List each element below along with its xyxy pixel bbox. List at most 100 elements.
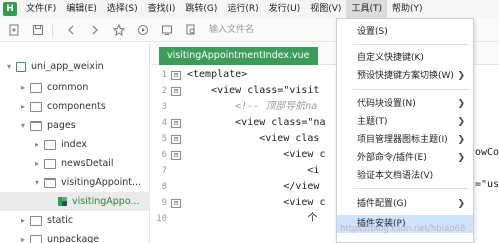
tree-item-project[interactable]: ▾ uni_app_weixin <box>0 57 150 76</box>
preview-icon[interactable] <box>157 20 177 40</box>
code-overflow-text: ="us <box>475 179 499 190</box>
back-icon[interactable] <box>61 20 81 40</box>
tools-dropdown-menu: 设置(S) 自定义快捷键(K) 预设快捷键方案切换(W) ❯ 代码块设置(N) ❯ … <box>336 18 474 243</box>
menu-item-plugin-config[interactable]: 插件配置(G) ❯ <box>337 195 473 213</box>
watermark-text: https://blog.csdn.net/hbiao68 <box>340 224 466 234</box>
line-number: 9 <box>161 198 167 208</box>
fold-toggle-icon[interactable]: ⊟ <box>171 198 181 208</box>
fold-toggle-icon[interactable]: ⊟ <box>171 134 181 144</box>
app-logo: H <box>3 2 17 16</box>
menu-item-custom-shortcuts[interactable]: 自定义快捷键(K) <box>337 49 473 67</box>
menu-separator <box>353 44 469 45</box>
fold-toggle-icon[interactable]: ⊟ <box>171 150 181 160</box>
tree-item-label: components <box>47 101 106 112</box>
line-number: 4 <box>161 118 167 128</box>
menu-edit[interactable]: 编辑(E) <box>61 0 102 18</box>
code-line: 2 ⊟ <view class="visit <box>151 83 320 99</box>
folder-icon <box>44 139 56 150</box>
code-line: 10 个 <box>151 211 317 227</box>
code-line: 3 <!-- 顶部导航na <box>151 99 318 115</box>
expand-arrow-icon[interactable]: ▸ <box>32 140 42 149</box>
line-number: 6 <box>161 150 167 160</box>
fold-toggle-icon[interactable]: ⊟ <box>171 86 181 96</box>
file-search-input[interactable] <box>209 21 299 38</box>
save-icon[interactable] <box>28 20 48 40</box>
tree-item-components[interactable]: ▸ components <box>0 97 150 116</box>
file-search-icon[interactable] <box>181 20 201 40</box>
new-file-icon[interactable] <box>4 20 24 40</box>
menu-run[interactable]: 运行(R) <box>222 0 263 18</box>
collapse-arrow-icon[interactable]: ▾ <box>18 121 28 130</box>
tree-item-label: visitingAppoint... <box>61 177 142 188</box>
line-number: 3 <box>161 102 167 112</box>
tree-item-label: newsDetail <box>61 158 114 169</box>
submenu-arrow-icon: ❯ <box>457 117 465 127</box>
menu-goto[interactable]: 跳转(G) <box>180 0 222 18</box>
project-icon <box>16 61 26 72</box>
code-line: 6 ⊟ <view c <box>151 147 326 163</box>
menu-item-theme[interactable]: 主题(T) ❯ <box>337 113 473 131</box>
forward-icon[interactable] <box>85 20 105 40</box>
menu-select[interactable]: 选择(S) <box>102 0 143 18</box>
tree-item-unpackage[interactable]: ▸ unpackage <box>0 230 150 243</box>
tree-item-label: static <box>47 215 74 226</box>
editor-tab-active[interactable]: visitingAppointmentIndex.vue <box>159 47 318 65</box>
code-comment: <!-- 顶部导航na <box>187 101 318 112</box>
fold-toggle-icon[interactable]: ⊟ <box>171 70 181 80</box>
code-line: 5 ⊟ <view clas <box>151 131 320 147</box>
tree-item-static[interactable]: ▸ static <box>0 211 150 230</box>
tree-item-newsdetail[interactable]: ▸ newsDetail <box>0 154 150 173</box>
tree-item-index[interactable]: ▸ index <box>0 135 150 154</box>
code-text: <view class="na <box>187 117 326 128</box>
line-number: 5 <box>161 134 167 144</box>
menu-tools[interactable]: 工具(T) <box>346 0 387 18</box>
expand-arrow-icon[interactable]: ▸ <box>18 83 28 92</box>
run-icon[interactable] <box>133 20 153 40</box>
menu-help[interactable]: 帮助(Y) <box>387 0 428 18</box>
fold-toggle-icon[interactable]: ⊟ <box>171 118 181 128</box>
menu-item-snippet-settings[interactable]: 代码块设置(N) ❯ <box>337 95 473 113</box>
line-number: 7 <box>161 166 167 176</box>
menu-item-icon-theme[interactable]: 项目管理器图标主题(I) ❯ <box>337 131 473 149</box>
submenu-arrow-icon: ❯ <box>457 99 465 109</box>
project-tree: ▾ uni_app_weixin ▸ common ▸ components ▾… <box>0 43 150 243</box>
code-text: </view <box>187 181 320 192</box>
submenu-arrow-icon: ❯ <box>457 199 465 209</box>
menu-item-validate-syntax[interactable]: 验证本文档语法(V) <box>337 167 473 185</box>
code-line: 8 </view <box>151 179 320 195</box>
tree-item-label: unpackage <box>47 234 100 243</box>
tree-item-common[interactable]: ▸ common <box>0 78 150 97</box>
vue-file-icon <box>58 197 67 206</box>
expand-arrow-icon[interactable]: ▾ <box>4 62 14 71</box>
tree-item-visiting-appointment-vue[interactable]: visitingAppo... <box>0 192 150 211</box>
code-line: 1 ⊟ <template> <box>151 67 248 83</box>
menu-item-settings[interactable]: 设置(S) <box>337 23 473 41</box>
submenu-arrow-icon: ❯ <box>457 135 465 145</box>
code-text: <view c <box>187 197 326 208</box>
menu-publish[interactable]: 发行(U) <box>264 0 306 18</box>
collapse-arrow-icon[interactable]: ▾ <box>32 178 42 187</box>
menu-item-label: 主题(T) <box>357 117 388 127</box>
menu-view[interactable]: 视图(V) <box>305 0 346 18</box>
tree-item-visiting-appointment[interactable]: ▾ visitingAppoint... <box>0 173 150 192</box>
code-overflow-text: owCo <box>475 147 499 158</box>
code-text: <view clas <box>187 133 320 144</box>
expand-arrow-icon[interactable]: ▸ <box>18 102 28 111</box>
menu-item-keymap-preset[interactable]: 预设快捷键方案切换(W) ❯ <box>337 67 473 85</box>
tree-item-label: index <box>61 139 87 150</box>
menu-item-label: 代码块设置(N) <box>357 99 416 109</box>
menu-item-external-commands[interactable]: 外部命令/插件(E) ❯ <box>337 149 473 167</box>
menu-file[interactable]: 文件(F) <box>21 0 61 18</box>
expand-arrow-icon[interactable]: ▸ <box>18 235 28 243</box>
tree-item-label: visitingAppo... <box>72 196 140 207</box>
folder-icon <box>30 234 42 243</box>
tree-item-pages[interactable]: ▾ pages <box>0 116 150 135</box>
star-icon[interactable] <box>109 20 129 40</box>
expand-arrow-icon[interactable]: ▸ <box>18 216 28 225</box>
menu-item-label: 插件配置(G) <box>357 199 407 209</box>
menu-find[interactable]: 查找(I) <box>143 0 181 18</box>
menu-item-label: 外部命令/插件(E) <box>357 153 427 163</box>
expand-arrow-icon[interactable]: ▸ <box>32 159 42 168</box>
